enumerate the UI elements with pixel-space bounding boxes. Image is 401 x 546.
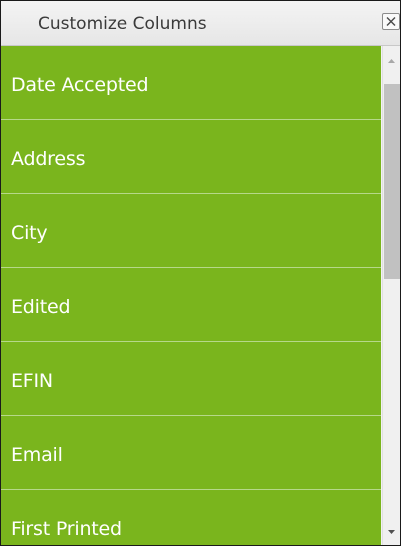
column-item-label: First Printed: [11, 518, 122, 540]
dialog-titlebar: Customize Columns: [1, 1, 400, 46]
column-item-label: City: [11, 222, 48, 244]
customize-columns-dialog: Customize Columns Date Accepted Address …: [0, 0, 401, 546]
scrollbar-thumb[interactable]: [384, 84, 400, 279]
dialog-title: Customize Columns: [38, 14, 207, 34]
column-item-email[interactable]: Email: [1, 416, 381, 490]
scroll-down-arrow-icon: [388, 530, 395, 534]
column-item-address[interactable]: Address: [1, 120, 381, 194]
column-item-label: Address: [11, 148, 86, 170]
close-icon: [386, 17, 396, 26]
column-item-efin[interactable]: EFIN: [1, 342, 381, 416]
vertical-scrollbar[interactable]: [382, 46, 400, 545]
column-item-date-accepted[interactable]: Date Accepted: [1, 46, 381, 120]
column-item-label: Edited: [11, 296, 71, 318]
scroll-down-button[interactable]: [383, 523, 400, 541]
scroll-up-button[interactable]: [383, 52, 400, 70]
column-item-label: EFIN: [11, 370, 53, 392]
column-item-city[interactable]: City: [1, 194, 381, 268]
column-item-label: Date Accepted: [11, 74, 149, 96]
column-item-edited[interactable]: Edited: [1, 268, 381, 342]
column-item-label: Email: [11, 444, 63, 466]
scroll-up-arrow-icon: [388, 59, 395, 63]
column-list: Date Accepted Address City Edited EFIN E…: [1, 46, 381, 545]
column-item-first-printed[interactable]: First Printed: [1, 490, 381, 545]
close-button[interactable]: [382, 13, 400, 30]
